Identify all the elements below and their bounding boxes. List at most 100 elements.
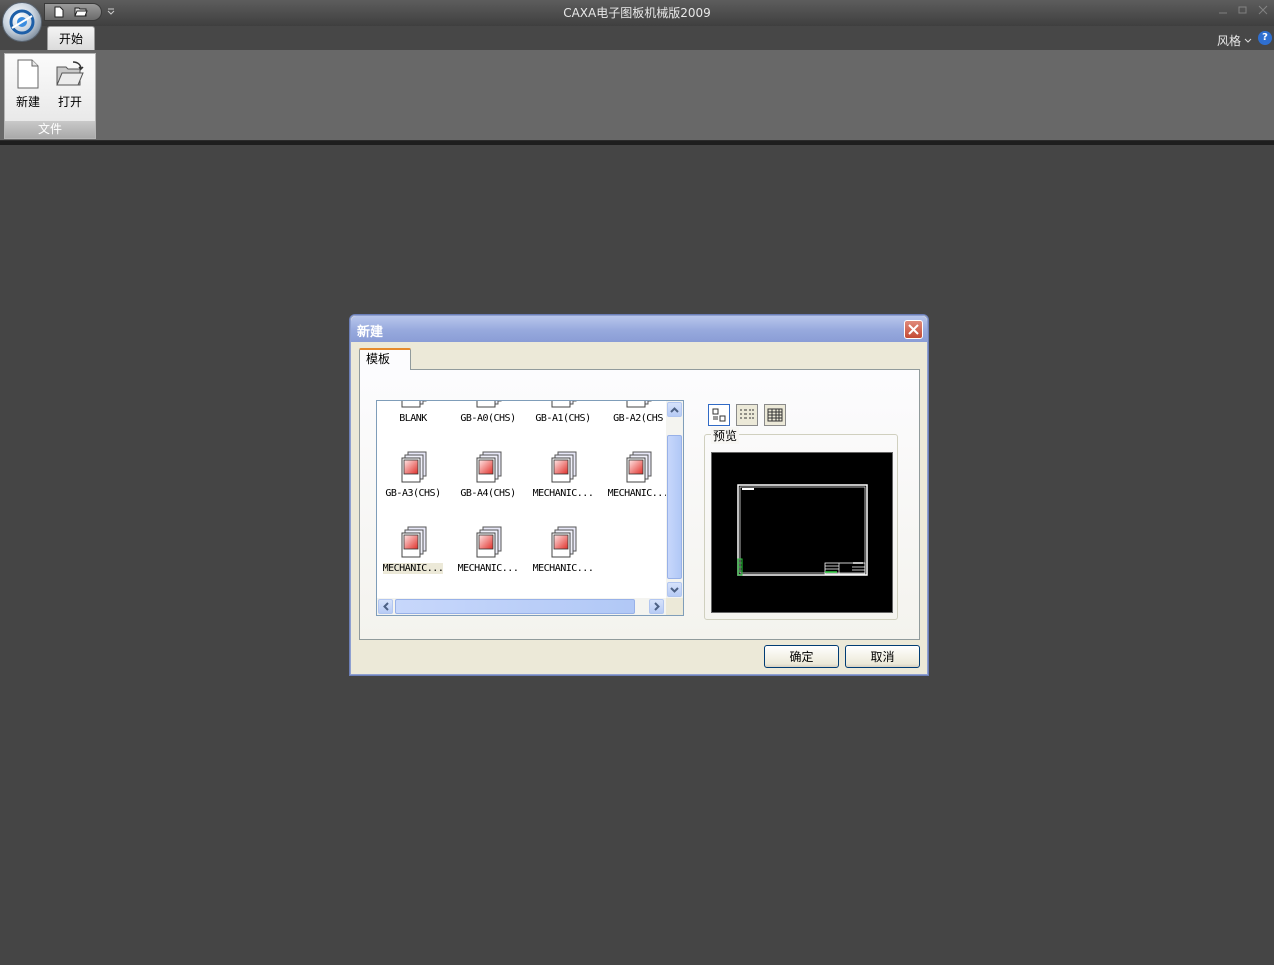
dialog-body: 模板 BLANK GB-A0(CHS) GB-A1(CHS) GB-A2(CHS GB-… (354, 342, 924, 672)
template-item[interactable]: MECHANIC... (452, 525, 524, 585)
template-item[interactable]: GB-A4(CHS) (452, 450, 524, 510)
maximize-button[interactable] (1236, 4, 1250, 16)
chevron-left-icon (382, 602, 389, 611)
scroll-up-button[interactable] (667, 402, 682, 417)
group-label-file: 文件 (5, 121, 95, 138)
template-file-icon (401, 526, 427, 558)
details-view-button[interactable] (764, 404, 786, 426)
details-view-icon (767, 408, 783, 422)
template-item[interactable]: MECHANIC... (602, 450, 674, 510)
window-title: CAXA电子图板机械版2009 (563, 6, 711, 20)
vertical-scrollbar[interactable] (666, 401, 683, 598)
template-item-label: GB-A2(CHS (613, 413, 663, 424)
quick-open-button[interactable] (73, 5, 89, 19)
scrollbar-corner (666, 598, 683, 615)
template-item-label: GB-A3(CHS) (385, 488, 441, 499)
template-item-label: BLANK (399, 413, 427, 424)
caxa-logo-icon (9, 9, 35, 35)
template-file-icon (626, 451, 652, 483)
tab-templates[interactable]: 模板 (359, 348, 411, 370)
template-item[interactable]: BLANK (377, 401, 449, 435)
style-menu[interactable]: 风格 (1217, 32, 1252, 49)
large-icons-button[interactable] (708, 404, 730, 426)
templates-tab-page: BLANK GB-A0(CHS) GB-A1(CHS) GB-A2(CHS GB-A3(… (359, 369, 920, 640)
template-file-icon (551, 526, 577, 558)
list-view-button[interactable] (736, 404, 758, 426)
template-item-label: MECHANIC... (532, 488, 594, 499)
scroll-down-button[interactable] (667, 582, 682, 597)
horizontal-scroll-thumb[interactable] (395, 599, 635, 614)
template-item[interactable]: GB-A3(CHS) (377, 450, 449, 510)
template-item-label: GB-A1(CHS) (535, 413, 591, 424)
ok-button[interactable]: 确定 (764, 645, 839, 668)
open-button-label: 打开 (57, 95, 82, 109)
minimize-button[interactable] (1216, 4, 1230, 16)
tab-start[interactable]: 开始 (47, 26, 95, 51)
template-item-label: GB-A4(CHS) (460, 488, 516, 499)
chevron-down-icon (1244, 38, 1252, 43)
template-file-icon (476, 401, 502, 408)
horizontal-scrollbar[interactable] (377, 598, 667, 615)
template-file-icon (476, 451, 502, 483)
restore-icon (1238, 6, 1247, 14)
open-button[interactable]: 打开 (50, 59, 90, 115)
preview-label: 预览 (711, 427, 740, 444)
new-dialog: 新建 模板 BLANK GB-A0(CHS) GB-A1(CHS) GB-A2(CHS… (349, 314, 929, 676)
help-button[interactable]: ? (1258, 31, 1272, 45)
template-item-label: MECHANIC... (457, 563, 519, 574)
dialog-title: 新建 (357, 325, 384, 340)
chevron-down-icon (670, 586, 679, 593)
ribbon-group-file: 新建 打开 文件 (4, 53, 96, 139)
quick-access-toolbar (44, 3, 102, 21)
window-controls (1216, 4, 1270, 16)
dialog-close-button[interactable] (904, 320, 923, 339)
ribbon-divider (0, 141, 1274, 145)
template-file-icon (626, 401, 652, 408)
template-item-label: MECHANIC... (382, 563, 444, 574)
scroll-left-button[interactable] (378, 599, 393, 614)
new-file-icon (17, 59, 39, 89)
template-item-label: MECHANIC... (607, 488, 669, 499)
template-item-label: MECHANIC... (532, 563, 594, 574)
chevron-up-icon (670, 406, 679, 413)
template-item[interactable]: GB-A0(CHS) (452, 401, 524, 435)
template-item[interactable]: MECHANIC... (527, 525, 599, 585)
drawing-frame-preview (737, 484, 868, 576)
close-icon (908, 324, 919, 335)
template-file-icon (401, 451, 427, 483)
open-folder-icon (74, 7, 88, 17)
new-file-icon (54, 6, 64, 18)
template-file-icon (551, 451, 577, 483)
customize-qat-button[interactable] (106, 6, 116, 16)
template-item[interactable]: MECHANIC... (527, 450, 599, 510)
template-list[interactable]: BLANK GB-A0(CHS) GB-A1(CHS) GB-A2(CHS GB-A3(… (376, 400, 684, 616)
template-item-label: GB-A0(CHS) (460, 413, 516, 424)
new-button[interactable]: 新建 (8, 59, 48, 115)
template-item[interactable]: MECHANIC... (377, 525, 449, 585)
scroll-right-button[interactable] (649, 599, 664, 614)
style-menu-label: 风格 (1216, 34, 1241, 48)
quick-new-button[interactable] (51, 5, 67, 19)
title-bar: CAXA电子图板机械版2009 (0, 0, 1274, 26)
vertical-scroll-thumb[interactable] (667, 435, 682, 579)
minimize-icon (1219, 12, 1227, 14)
application-menu-button[interactable] (2, 2, 42, 42)
template-file-icon (551, 401, 577, 408)
preview-group: 预览 (704, 427, 898, 620)
cancel-button[interactable]: 取消 (845, 645, 920, 668)
list-view-icon (740, 409, 754, 419)
new-button-label: 新建 (15, 95, 40, 109)
dialog-title-bar[interactable]: 新建 (351, 316, 927, 342)
view-mode-buttons (708, 404, 786, 426)
app-window: CAXA电子图板机械版2009 开始 风格 ? 新建 打开 文件 新建 模板 B… (0, 0, 1274, 965)
ribbon-tab-bar (0, 26, 1274, 50)
preview-canvas (711, 452, 893, 613)
chevron-right-icon (653, 602, 660, 611)
chevron-down-icon (107, 8, 115, 15)
template-item[interactable]: GB-A2(CHS (602, 401, 674, 435)
large-icons-icon (712, 408, 726, 422)
close-window-button[interactable] (1256, 4, 1270, 16)
ribbon-panel: 新建 打开 文件 (0, 50, 1274, 141)
open-folder-icon (56, 61, 84, 86)
template-item[interactable]: GB-A1(CHS) (527, 401, 599, 435)
